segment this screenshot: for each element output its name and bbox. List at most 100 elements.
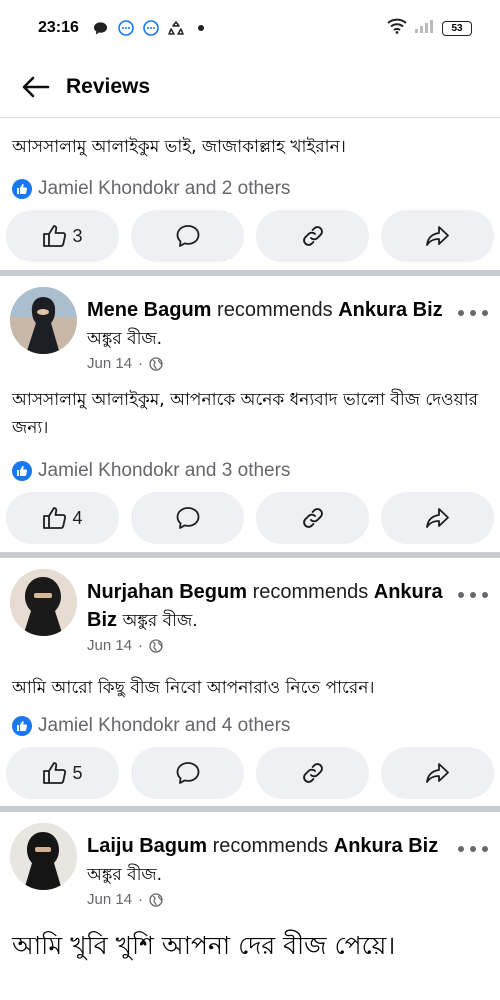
page-name[interactable]: Ankura Biz [334, 835, 438, 857]
like-badge-icon [12, 179, 32, 199]
reactions-summary[interactable]: Jamiel Khondokr and 4 others [12, 712, 290, 740]
more-icon [458, 310, 464, 316]
more-options-button[interactable] [458, 585, 488, 605]
signal-icon [414, 18, 436, 38]
post-divider [0, 270, 500, 276]
chat-bubble-icon [93, 20, 109, 36]
battery-icon: 53 [442, 20, 472, 36]
comment-button[interactable] [131, 210, 244, 262]
post-text: আমি আরো কিছু বীজ নিবো আপনারাও নিতে পারেন… [12, 678, 375, 698]
avatar[interactable] [10, 287, 77, 354]
globe-icon [149, 892, 163, 907]
reviewer-name[interactable]: Laiju Bagum [87, 835, 207, 857]
thumbs-up-icon [43, 225, 67, 247]
app-header: Reviews [0, 56, 500, 118]
meta-separator: · [138, 637, 144, 654]
comment-icon [176, 762, 199, 784]
wifi-icon [386, 18, 408, 38]
post-actions: 3 [0, 210, 500, 262]
status-bar: 23:16 53 [0, 0, 500, 56]
reactions-text: Jamiel Khondokr and 3 others [38, 460, 291, 481]
post-header-line: Nurjahan Begum recommends Ankura Biz অঙ্… [87, 578, 443, 635]
link-icon [302, 763, 323, 783]
share-icon [425, 508, 449, 528]
share-icon [425, 763, 449, 783]
more-icon [458, 846, 464, 852]
recycle-icon [168, 20, 184, 36]
share-icon [425, 226, 449, 246]
like-badge-icon [12, 461, 32, 481]
comment-icon [176, 507, 199, 529]
messenger-icon [143, 20, 159, 36]
status-notification-icons [93, 20, 209, 36]
comment-button[interactable] [131, 747, 244, 799]
status-right-icons: 53 [386, 18, 472, 38]
post-divider [0, 552, 500, 558]
like-button[interactable]: 3 [6, 210, 119, 262]
globe-icon [149, 356, 163, 371]
share-button[interactable] [381, 747, 494, 799]
copy-link-button[interactable] [256, 747, 369, 799]
post-actions: 5 [0, 747, 500, 799]
like-count: 4 [72, 507, 83, 528]
like-button[interactable]: 5 [6, 747, 119, 799]
reactions-summary[interactable]: Jamiel Khondokr and 3 others [12, 457, 290, 485]
dot-icon [193, 20, 209, 36]
reactions-summary[interactable]: Jamiel Khondokr and 2 others [12, 175, 290, 203]
post-header-line: Mene Bagum recommends Ankura Biz অঙ্কুর … [87, 296, 443, 353]
like-badge-icon [12, 716, 32, 736]
reviewer-name[interactable]: Mene Bagum [87, 299, 211, 321]
page-title: Reviews [66, 74, 151, 98]
more-options-button[interactable] [458, 303, 488, 323]
recommends-text: recommends [217, 299, 333, 321]
post-date[interactable]: Jun 14 [87, 637, 132, 654]
post-meta: Jun 14 · [87, 355, 443, 372]
post-header: Nurjahan Begum recommends Ankura Biz অঙ্… [87, 578, 443, 654]
recommends-text: recommends [252, 581, 369, 603]
avatar[interactable] [10, 569, 77, 636]
link-icon [302, 226, 323, 246]
page-name-bn[interactable]: অঙ্কুর বীজ. [87, 865, 162, 885]
thumbs-up-icon [43, 762, 67, 784]
post-divider [0, 806, 500, 812]
post-date[interactable]: Jun 14 [87, 891, 132, 908]
more-icon [458, 592, 464, 598]
recommends-text: recommends [212, 835, 329, 857]
share-button[interactable] [381, 210, 494, 262]
post-date[interactable]: Jun 14 [87, 355, 132, 372]
comment-icon [176, 225, 199, 247]
reactions-text: Jamiel Khondokr and 4 others [38, 715, 291, 736]
messenger-icon [118, 20, 134, 36]
post-text: আসসালামু আলাইকুম, আপনাকে অনেক ধন্যবাদ ভা… [12, 390, 478, 438]
meta-separator: · [138, 891, 144, 908]
page-name-bn[interactable]: অঙ্কুর বীজ. [123, 611, 198, 631]
post-meta: Jun 14 · [87, 637, 443, 654]
thumbs-up-icon [43, 507, 67, 529]
reactions-text: Jamiel Khondokr and 2 others [38, 178, 291, 199]
post-text: আমি খুবি খুশি আপনা দের বীজ পেয়ে। [12, 931, 396, 960]
post-header: Laiju Bagum recommends Ankura Biz অঙ্কুর… [87, 832, 443, 908]
page-name-bn[interactable]: অঙ্কুর বীজ. [87, 329, 162, 349]
globe-icon [149, 638, 163, 653]
back-arrow-icon [22, 76, 50, 97]
copy-link-button[interactable] [256, 210, 369, 262]
copy-link-button[interactable] [256, 492, 369, 544]
post-header: Mene Bagum recommends Ankura Biz অঙ্কুর … [87, 296, 443, 372]
post-actions: 4 [0, 492, 500, 544]
comment-button[interactable] [131, 492, 244, 544]
post-text: আসসালামু আলাইকুম ভাই, জাজাকাল্লাহ খাইরান… [12, 137, 346, 157]
link-icon [302, 508, 323, 528]
like-count: 3 [72, 225, 83, 246]
avatar[interactable] [10, 823, 77, 890]
reviewer-name[interactable]: Nurjahan Begum [87, 581, 247, 603]
post-meta: Jun 14 · [87, 891, 443, 908]
status-time: 23:16 [38, 19, 79, 36]
more-options-button[interactable] [458, 839, 488, 859]
like-count: 5 [72, 762, 83, 783]
page-name[interactable]: Ankura Biz [338, 299, 442, 321]
like-button[interactable]: 4 [6, 492, 119, 544]
share-button[interactable] [381, 492, 494, 544]
back-button[interactable] [18, 69, 54, 105]
post-header-line: Laiju Bagum recommends Ankura Biz অঙ্কুর… [87, 832, 443, 889]
meta-separator: · [138, 355, 144, 372]
